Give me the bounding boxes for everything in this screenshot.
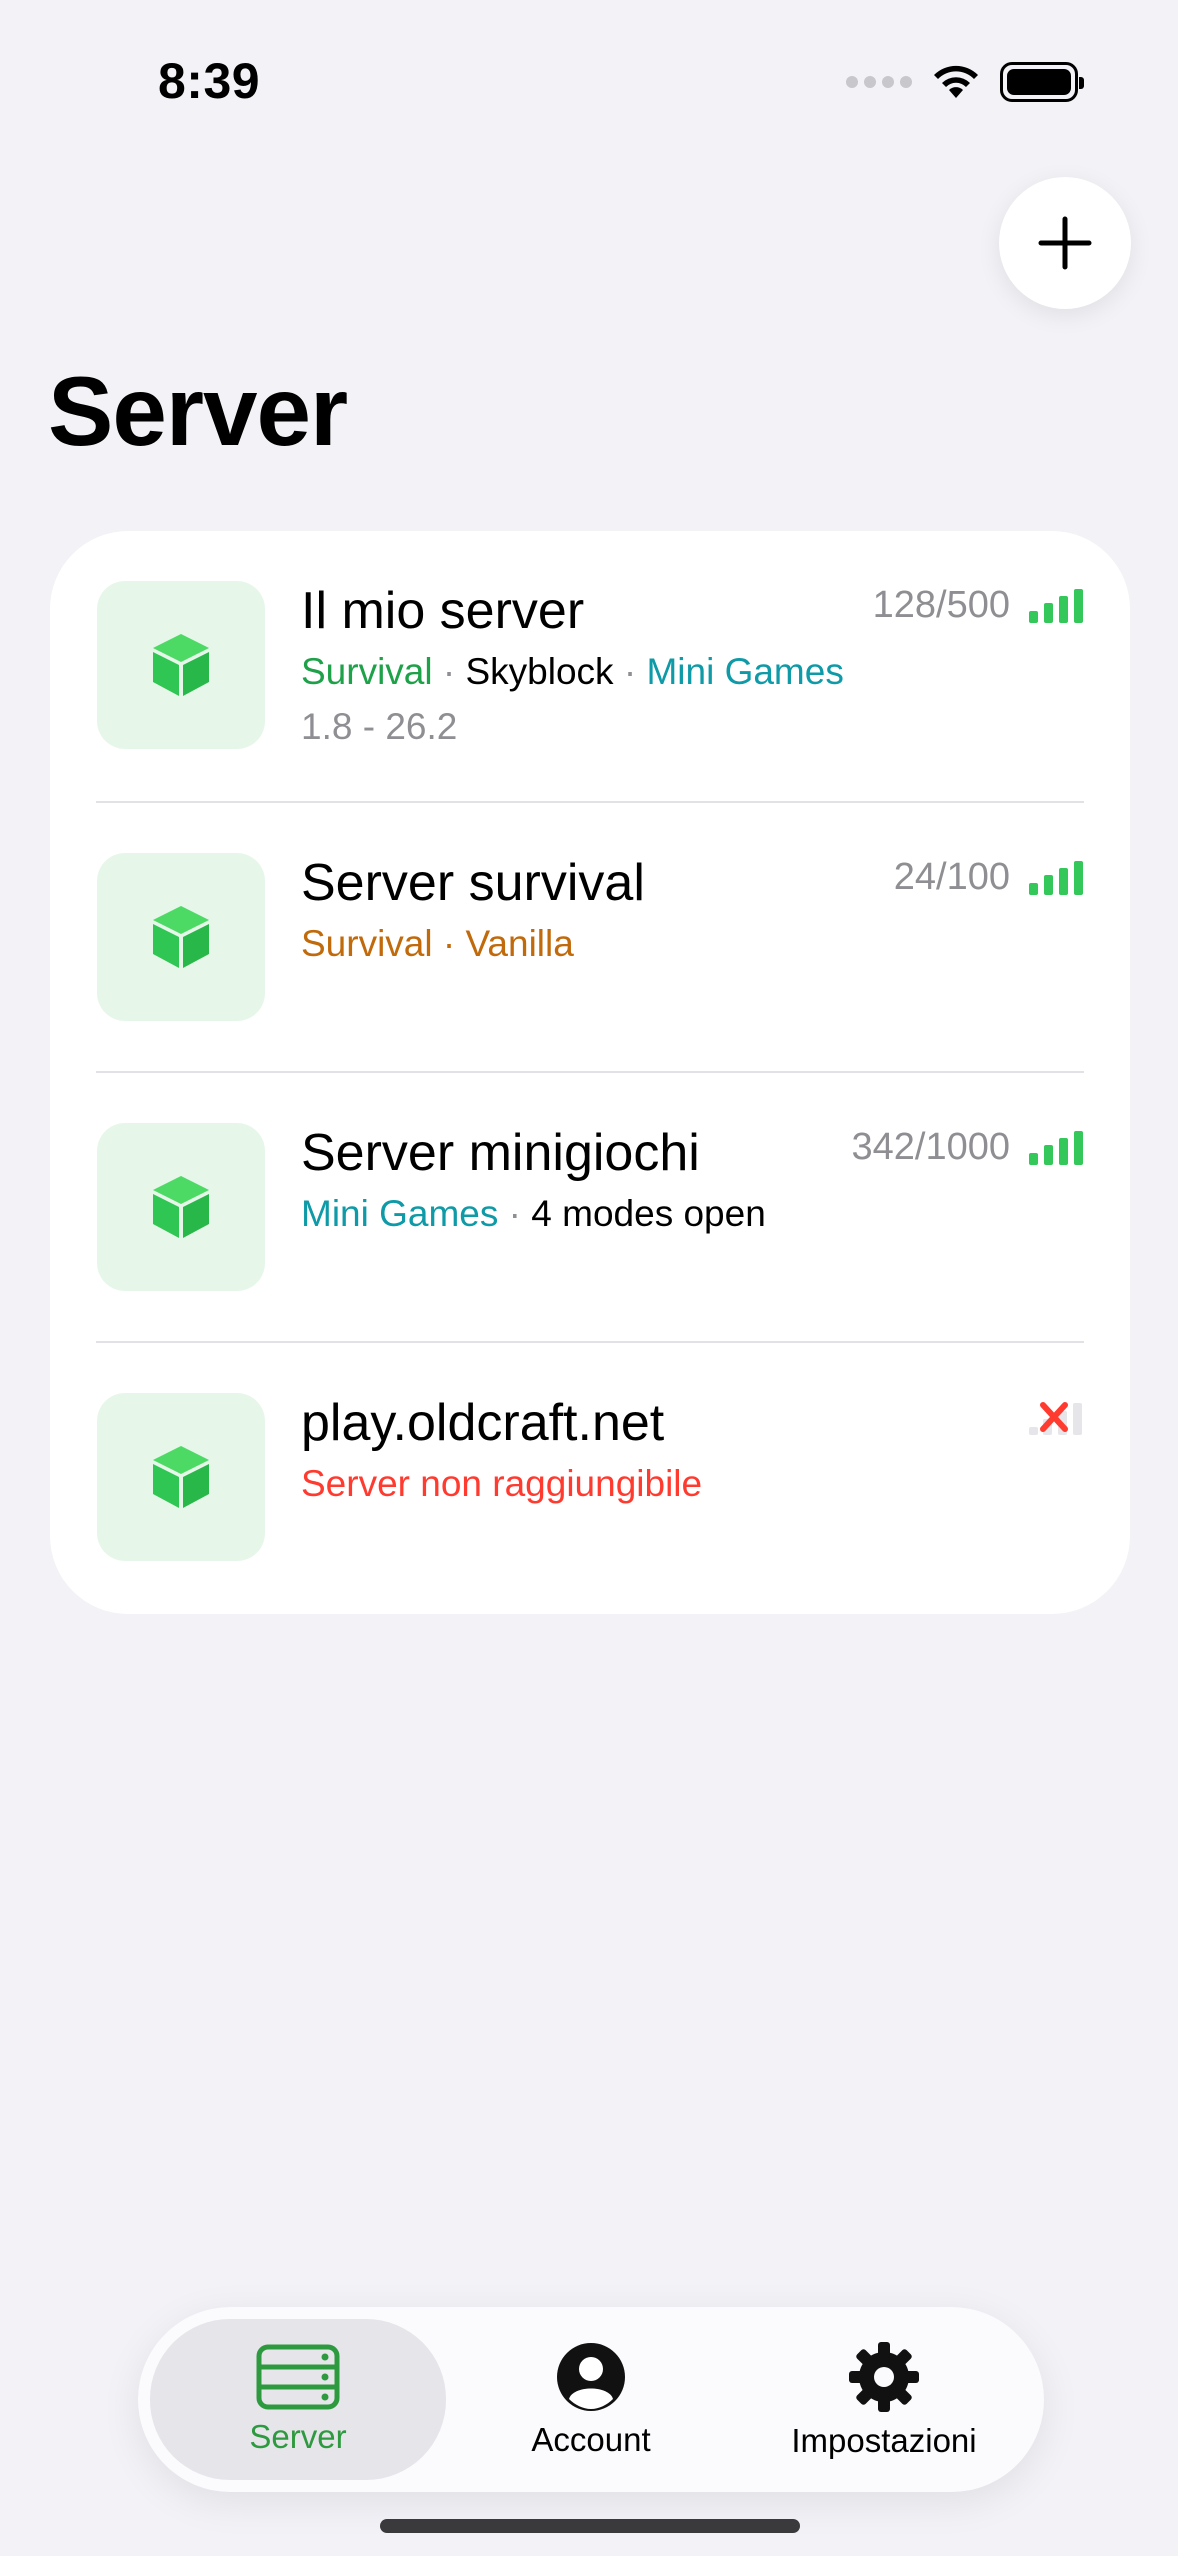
- home-indicator: [380, 2519, 800, 2533]
- tag-vanilla: Vanilla: [465, 923, 574, 964]
- server-rack-icon: [256, 2344, 340, 2409]
- server-name: play.oldcraft.net: [301, 1394, 665, 1452]
- tab-bar: Server Account Impostazioni: [138, 2307, 1044, 2492]
- tag-skyblock: Skyblock: [465, 651, 614, 692]
- server-row-il-mio-server[interactable]: Il mio server 128/500 Survival · Skybloc…: [50, 531, 1130, 803]
- screen: 8:39 Server Il mio server 128/500 Surviv…: [0, 0, 1178, 2556]
- server-tile: [97, 1393, 265, 1561]
- server-row-play-oldcraft-net[interactable]: play.oldcraft.net Server non raggiungibi…: [50, 1343, 1130, 1613]
- modes-open: 4 modes open: [531, 1193, 766, 1234]
- battery-icon: [1000, 62, 1084, 102]
- no-signal-icon: [1029, 1402, 1082, 1435]
- status-time: 8:39: [158, 53, 261, 109]
- server-name: Server minigiochi: [301, 1124, 700, 1182]
- server-tile: [97, 1123, 265, 1291]
- player-count: 342/1000: [851, 1126, 1011, 1168]
- add-server-button[interactable]: [999, 177, 1131, 309]
- server-row-server-minigiochi[interactable]: Server minigiochi 342/1000 Mini Games · …: [50, 1073, 1130, 1343]
- server-name: Server survival: [301, 854, 645, 912]
- server-name: Il mio server: [301, 582, 585, 640]
- server-tile: [97, 853, 265, 1021]
- tag-survival: Survival: [301, 923, 433, 964]
- server-list: Il mio server 128/500 Survival · Skybloc…: [50, 531, 1130, 1614]
- tab-label: Server: [249, 2417, 347, 2455]
- status-icons: [846, 62, 1084, 102]
- server-tags: Mini Games · 4 modes open: [301, 1193, 766, 1234]
- tag-survival: Survival: [301, 651, 433, 692]
- cube-icon: [153, 906, 209, 968]
- tab-server[interactable]: Server: [150, 2319, 446, 2480]
- gear-icon: [849, 2341, 919, 2412]
- cube-icon: [153, 634, 209, 696]
- tab-label: Account: [531, 2420, 651, 2458]
- signal-bars-icon: [1029, 861, 1083, 895]
- person-circle-icon: [557, 2342, 625, 2411]
- player-count: 128/500: [872, 584, 1010, 626]
- tab-label: Impostazioni: [791, 2421, 977, 2459]
- server-tile: [97, 581, 265, 749]
- page-title: Server: [48, 356, 348, 466]
- cube-icon: [153, 1176, 209, 1238]
- server-tags: Survival · Skyblock · Mini Games: [301, 651, 844, 692]
- wifi-icon: [934, 65, 978, 98]
- server-row-server-survival[interactable]: Server survival 24/100 Survival · Vanill…: [50, 803, 1130, 1073]
- tab-impostazioni[interactable]: Impostazioni: [738, 2319, 1030, 2480]
- cellular-icon: [846, 76, 912, 88]
- signal-bars-icon: [1029, 1131, 1083, 1165]
- tag-mini-games: Mini Games: [646, 651, 844, 692]
- tag-mini-games: Mini Games: [301, 1193, 499, 1234]
- server-tags: Survival · Vanilla: [301, 923, 574, 964]
- version-range: 1.8 - 26.2: [301, 706, 458, 747]
- cube-icon: [153, 1446, 209, 1508]
- plus-icon: [1038, 216, 1092, 270]
- tab-account[interactable]: Account: [450, 2319, 732, 2480]
- player-count: 24/100: [893, 856, 1010, 898]
- signal-bars-icon: [1029, 589, 1083, 623]
- error-message: Server non raggiungibile: [301, 1463, 703, 1504]
